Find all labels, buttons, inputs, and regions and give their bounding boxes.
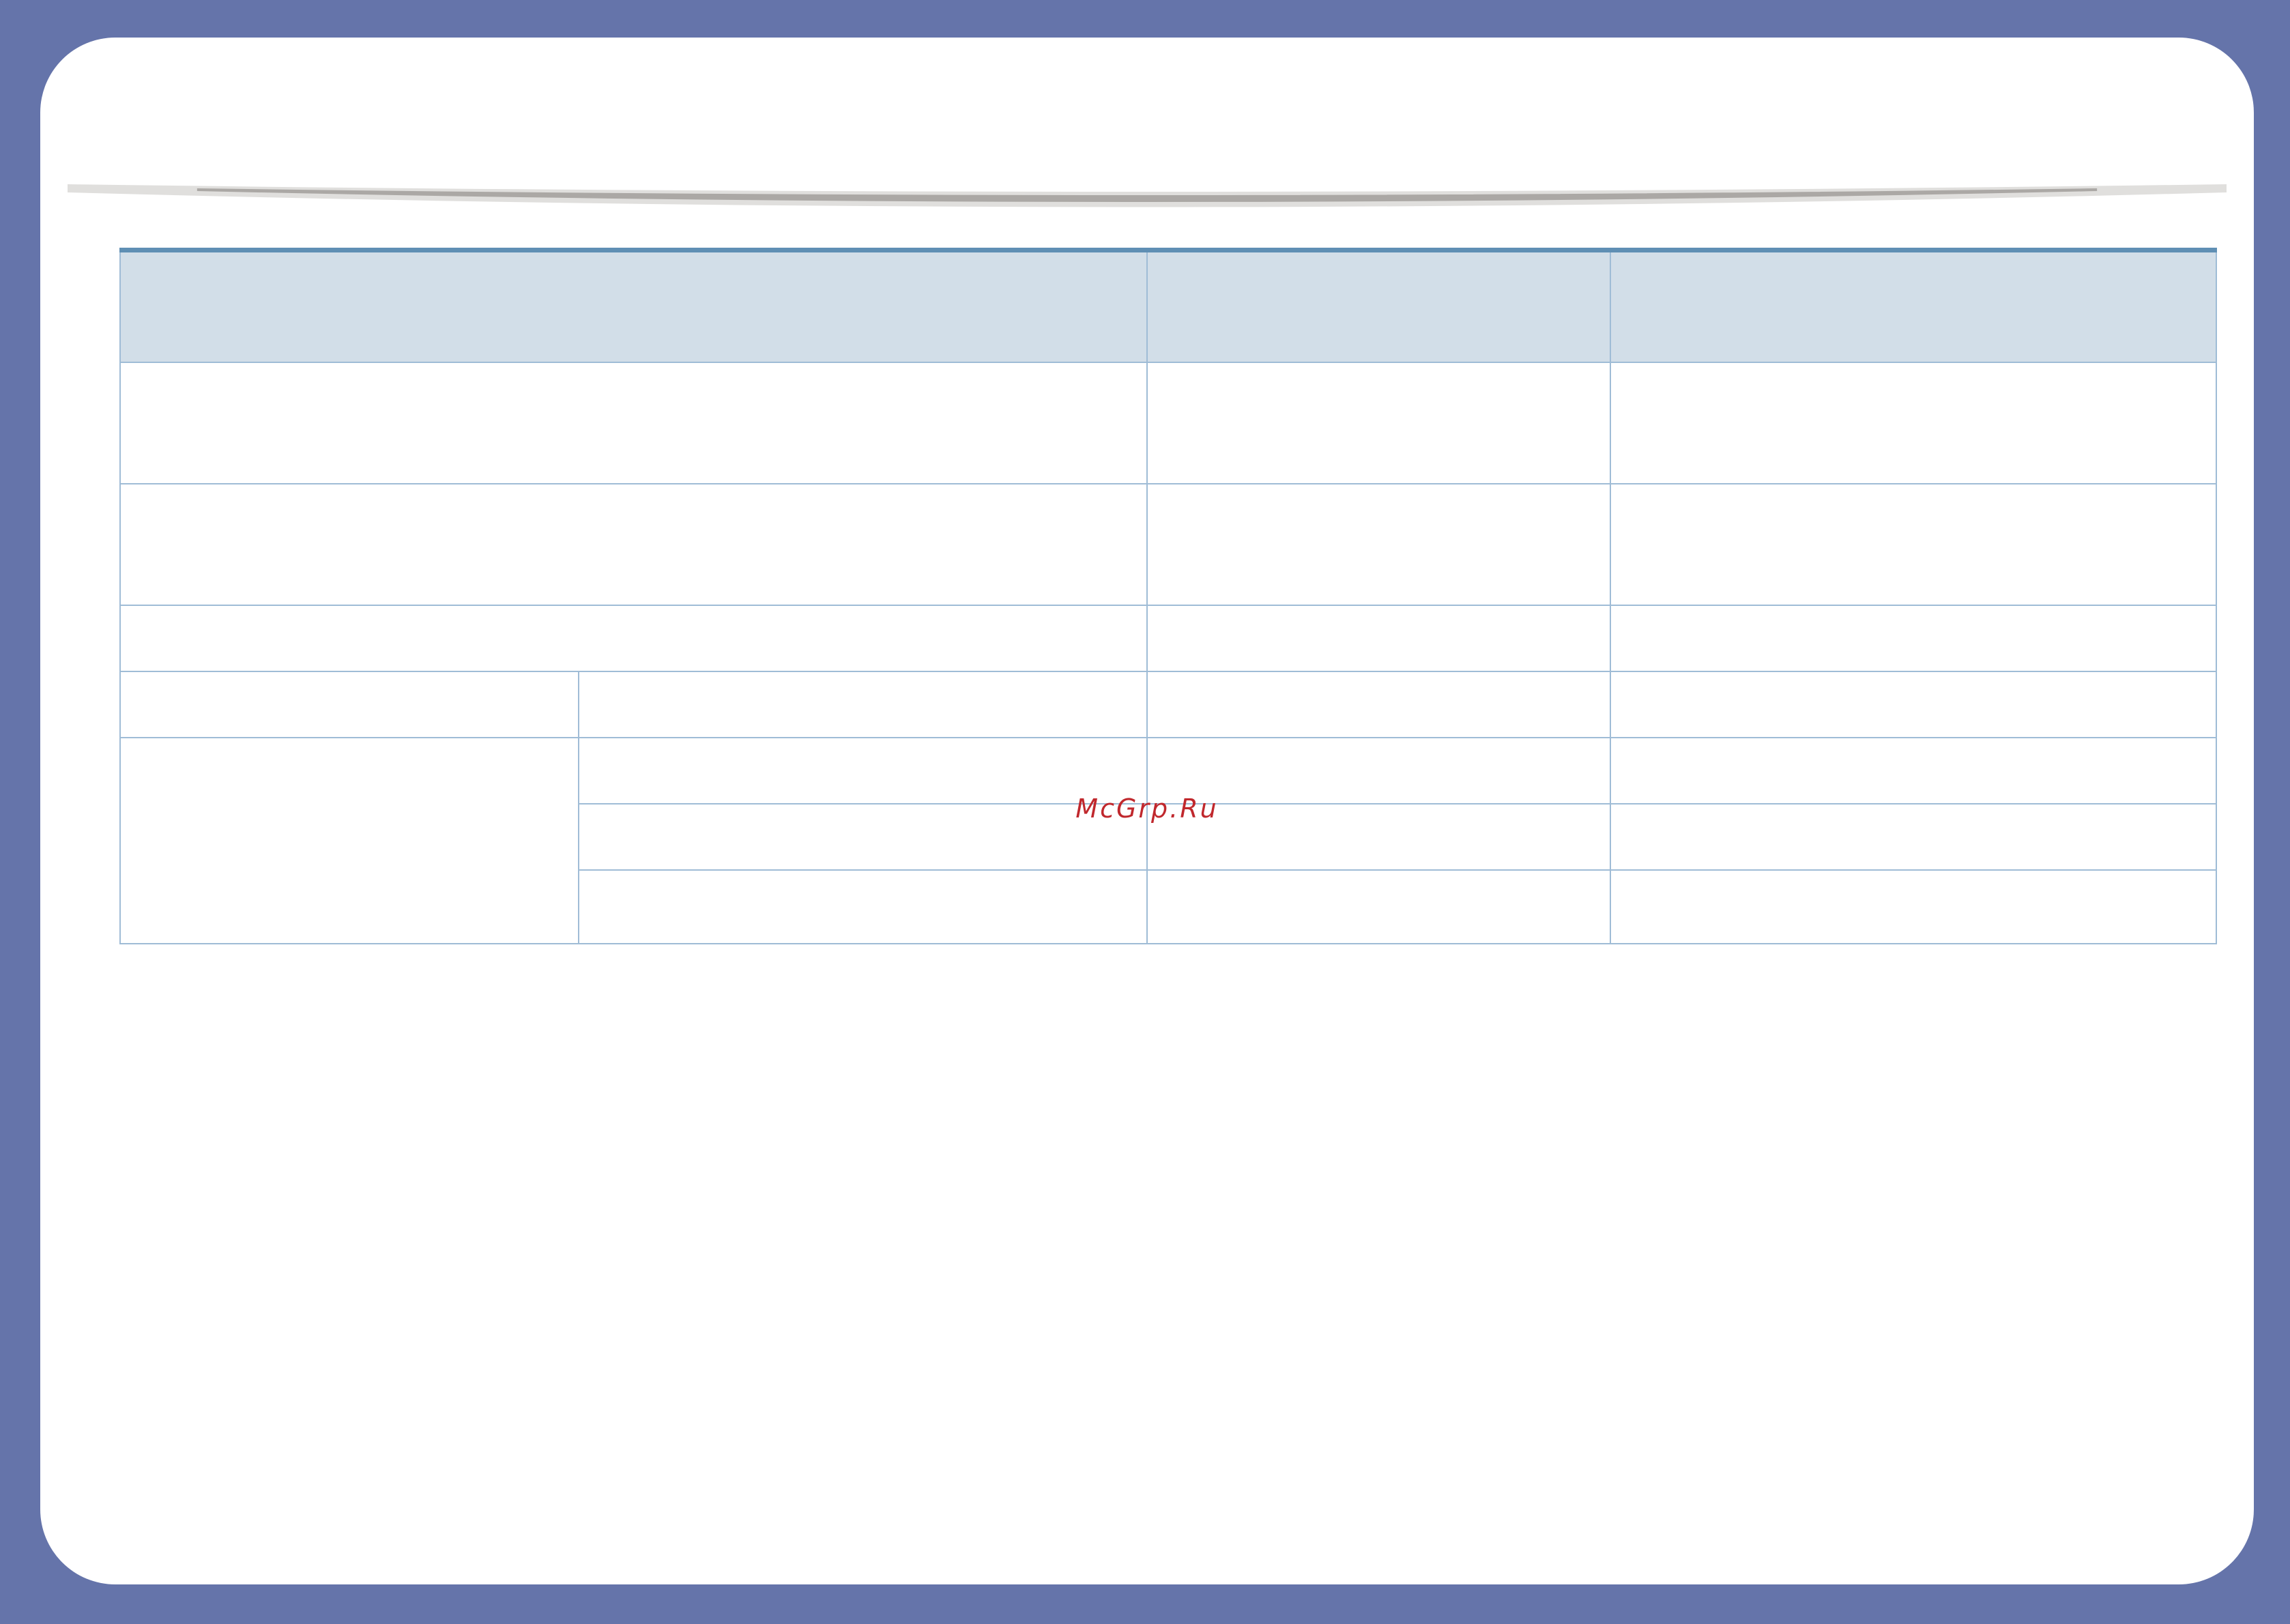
spec-table <box>119 248 2217 944</box>
table-cell <box>119 362 1148 484</box>
table-cell <box>119 483 1148 606</box>
table-cell <box>1146 362 1611 484</box>
table-cell <box>119 671 579 738</box>
table-cell <box>1146 869 1611 944</box>
document-page: McGrp.Ru <box>40 38 2254 1584</box>
table-cell <box>1146 671 1611 738</box>
table-header-cell <box>1146 249 1611 363</box>
watermark-text: McGrp.Ru <box>1075 794 1219 824</box>
table-cell <box>578 671 1148 738</box>
table-header-cell <box>1610 249 2217 363</box>
table-cell <box>1610 483 2217 606</box>
table-cell <box>119 737 579 944</box>
table-cell <box>1610 362 2217 484</box>
table-row <box>119 483 2217 606</box>
table-cell <box>119 605 1148 672</box>
table-header-cell <box>119 249 1148 363</box>
table-cell <box>1146 605 1611 672</box>
table-cell <box>1610 671 2217 738</box>
table-cell <box>1610 869 2217 944</box>
table-cell <box>1610 605 2217 672</box>
table-row <box>119 605 2217 672</box>
table-row <box>119 362 2217 484</box>
table-header-row <box>119 249 2217 363</box>
table-cell <box>578 869 1148 944</box>
spec-table-container <box>119 248 2217 944</box>
table-cell <box>1146 483 1611 606</box>
table-row <box>119 671 2217 738</box>
header-divider-shadow <box>68 157 2227 218</box>
